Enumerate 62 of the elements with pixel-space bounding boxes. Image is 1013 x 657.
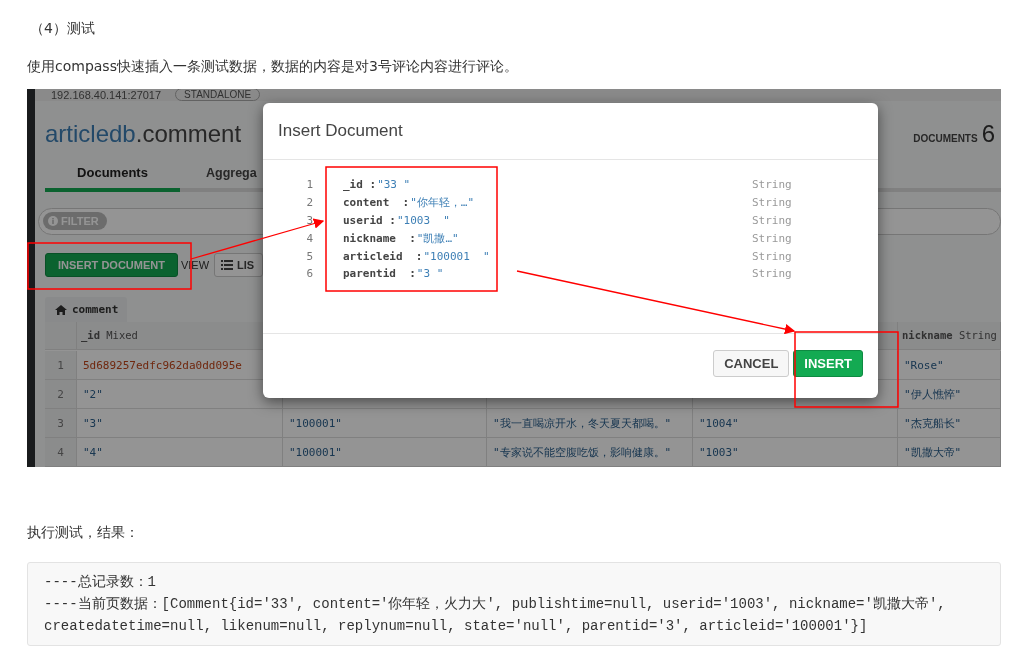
table-cell: "100001": [283, 438, 487, 467]
result-label: 执行测试，结果：: [27, 523, 139, 541]
line-number: 6: [305, 267, 314, 281]
output-line: ----当前页数据：[Comment{id='33', content='你年轻，火力大', publishtime=null, userid='1003', nickname='凯撒大帝', createdatetime=null, likenum=null, replynum=null, state='null', parentid='3', articleid='100001'}]: [44, 595, 947, 636]
table-cell: "1004": [693, 409, 898, 438]
documents-count: 6: [981, 119, 995, 148]
line-number: 4: [305, 231, 314, 245]
home-icon: [55, 304, 67, 315]
table-cell: "3": [77, 409, 283, 438]
host-address: 192.168.40.141:27017: [51, 89, 162, 101]
field-value[interactable]: "你年轻，…": [410, 195, 475, 211]
line-number: 5: [305, 249, 314, 263]
field-value[interactable]: "凯撒…": [416, 230, 459, 246]
dialog-title: Insert Document: [263, 103, 878, 160]
field-key: nickname :: [343, 231, 416, 245]
documents-label: DOCUMENTS: [913, 132, 978, 144]
table-cell: "杰克船长": [898, 409, 1001, 438]
line-number: 1: [305, 178, 314, 192]
field-type: String: [752, 267, 792, 281]
field-type: String: [752, 178, 792, 192]
line-number: 2: [305, 196, 314, 210]
namespace-title: articledb.comment: [45, 119, 242, 148]
insert-button[interactable]: INSERT: [793, 349, 863, 377]
intro-text: 使用compass快速插入一条测试数据，数据的内容是对3号评论内容进行评论。: [27, 57, 518, 75]
list-icon: [221, 260, 234, 271]
cancel-button[interactable]: CANCEL: [713, 349, 790, 377]
collection-tab[interactable]: comment: [45, 297, 127, 322]
table-cell: "凯撒大帝": [898, 438, 1001, 467]
field-value[interactable]: "1003 ": [397, 214, 450, 227]
field-value[interactable]: "3 ": [416, 267, 444, 281]
tab-label: comment: [72, 303, 119, 316]
tab[interactable]: Documents: [45, 160, 180, 192]
line-number: 3: [305, 214, 314, 227]
field-type: String: [752, 249, 792, 263]
row-number: 3: [45, 409, 77, 438]
field-key: userid :: [343, 214, 396, 227]
column-header: nickname String: [898, 322, 1001, 350]
table-cell: "100001": [283, 409, 487, 438]
table-cell: "1003": [693, 438, 898, 467]
list-view-button[interactable]: LIS: [214, 253, 264, 278]
section-heading: （4）测试: [30, 19, 95, 37]
row-number: 1: [45, 351, 77, 380]
tab[interactable]: Aggrega: [180, 160, 257, 192]
field-value[interactable]: "100001 ": [423, 249, 490, 263]
field-type: String: [752, 214, 792, 227]
field-type: String: [752, 196, 792, 210]
field-key: content :: [343, 196, 410, 210]
table-cell: "我一直喝凉开水，冬天夏天都喝。": [487, 409, 693, 438]
row-number: 2: [45, 380, 77, 409]
table-cell: "伊人憔悴": [898, 380, 1001, 409]
info-icon: [48, 216, 58, 227]
table-cell: "Rose": [898, 351, 1001, 380]
field-key: articleid :: [343, 249, 423, 263]
output-line: ----总记录数：1: [44, 573, 157, 592]
field-value[interactable]: "33 ": [377, 178, 411, 192]
table-cell: "4": [77, 438, 283, 467]
field-key: _id :: [343, 178, 377, 192]
row-number: 4: [45, 438, 77, 467]
insert-document-button[interactable]: INSERT DOCUMENT: [45, 253, 178, 278]
field-key: parentid :: [343, 267, 416, 281]
field-type: String: [752, 231, 792, 245]
table-cell: "专家说不能空腹吃饭，影响健康。": [487, 438, 693, 467]
